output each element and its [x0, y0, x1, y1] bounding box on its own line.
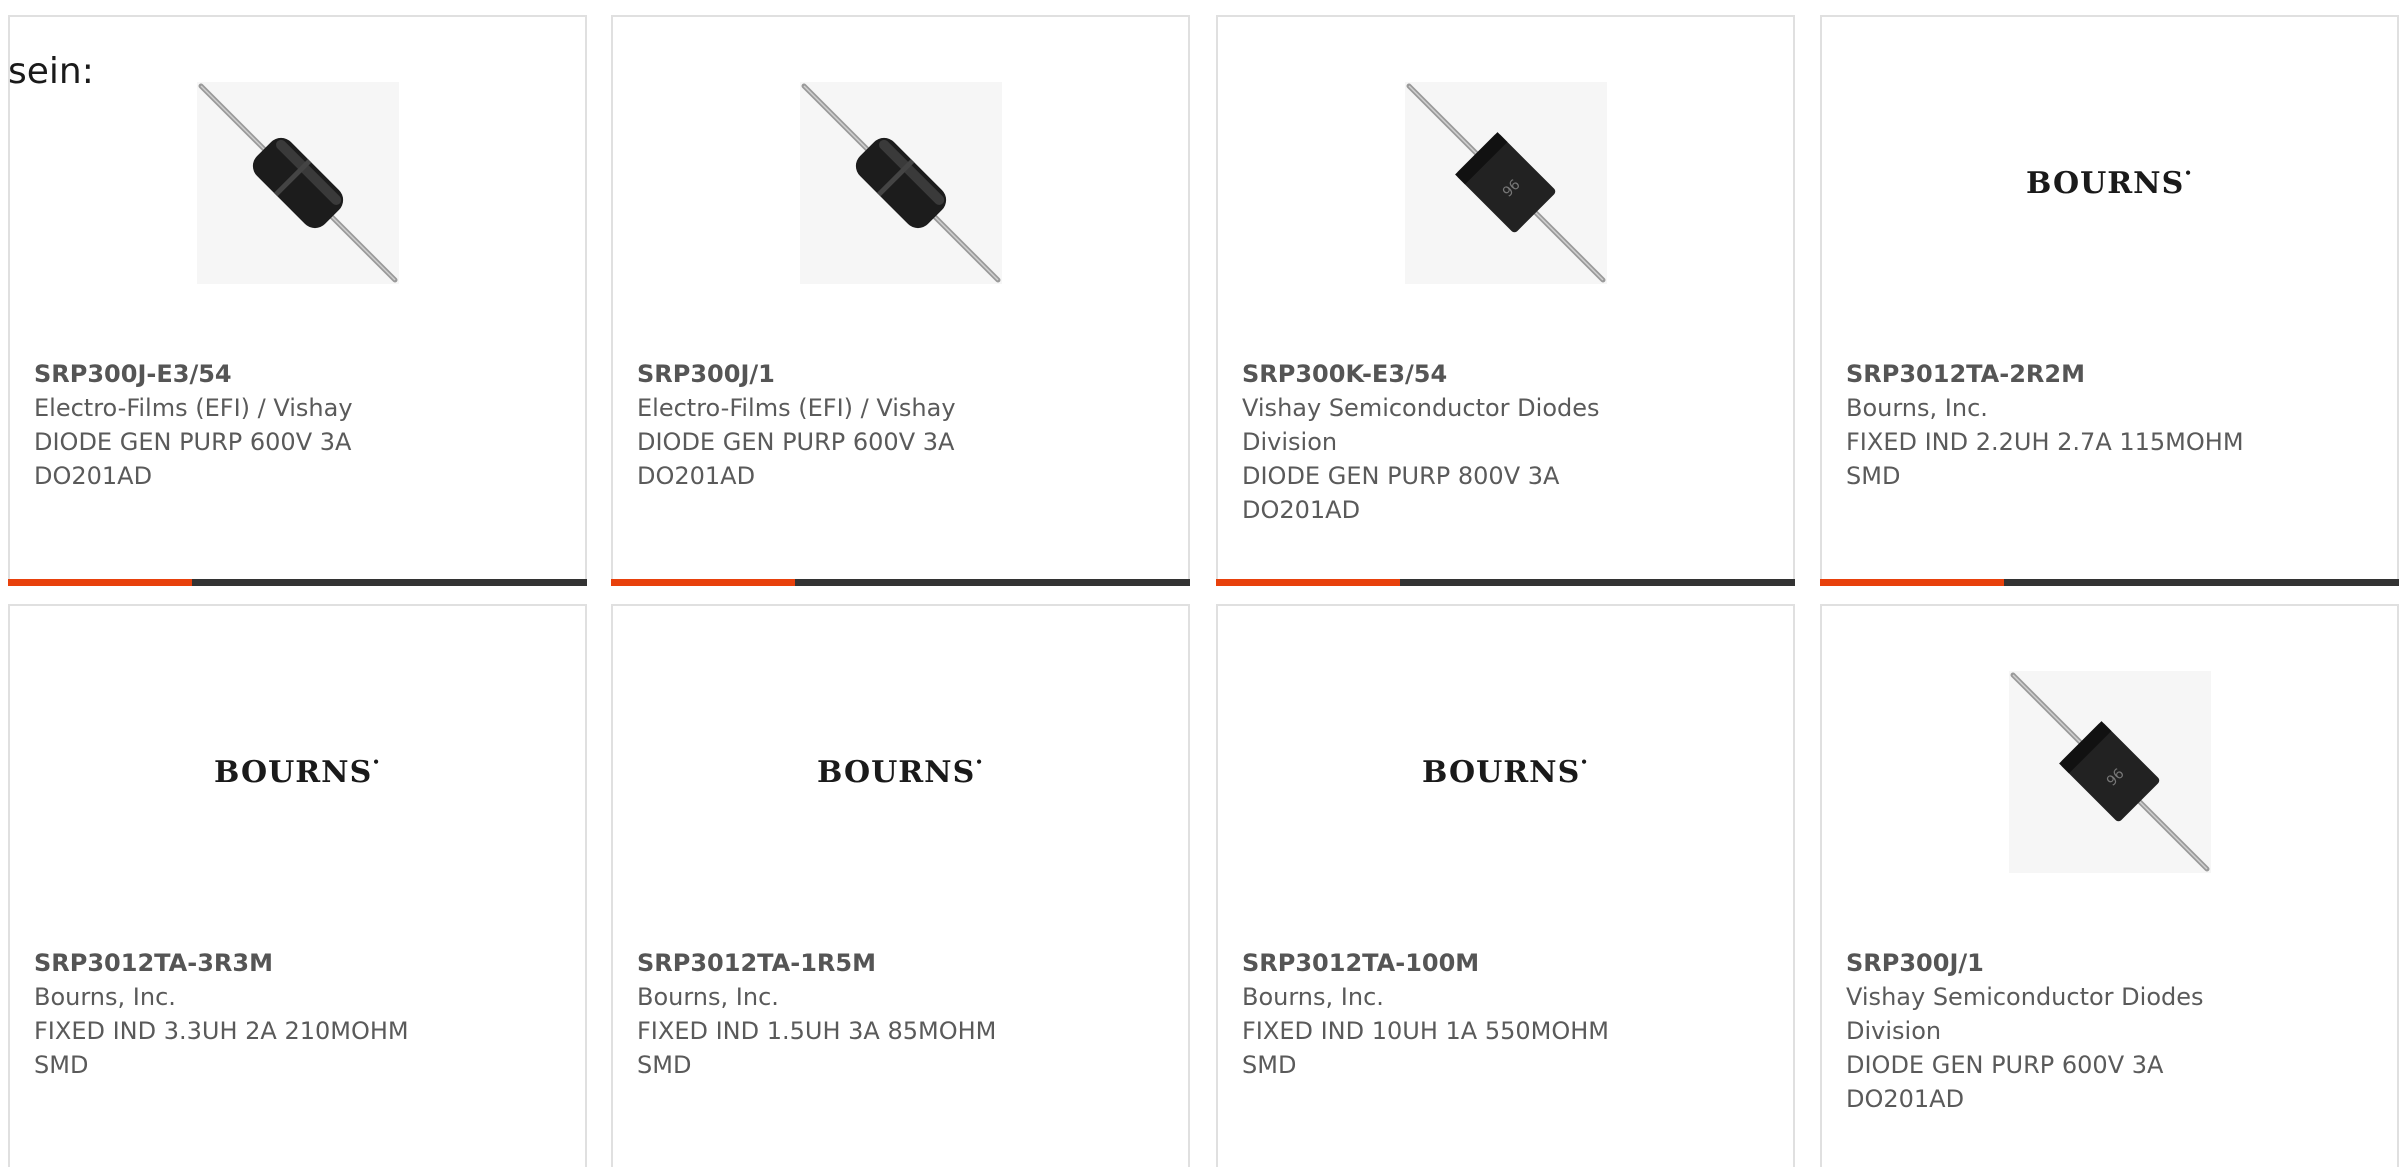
description: FIXED IND 2.2UH 2.7A 115MOHM — [1846, 428, 2244, 456]
diode-square-icon: 96 — [2010, 672, 2209, 872]
part-number[interactable]: SRP300J/1 — [1846, 946, 2373, 980]
logo-text: BOURNS — [1422, 754, 1581, 790]
part-number[interactable]: SRP300J-E3/54 — [34, 357, 561, 391]
package: DO201AD — [637, 462, 756, 490]
product-card[interactable]: BOURNS• SRP3012TA-100M Bourns, Inc. FIXE… — [1216, 604, 1795, 1167]
product-info: SRP300K-E3/54 Vishay Semiconductor Diode… — [1242, 357, 1769, 527]
product-image[interactable]: 96 — [1404, 82, 1607, 284]
bourns-logo: BOURNS• — [1422, 754, 1589, 790]
package: SMD — [637, 1051, 692, 1079]
diode-black-icon — [198, 83, 397, 283]
manufacturer: Division — [1846, 1017, 1942, 1045]
product-info: SRP300J/1 Electro-Films (EFI) / Vishay D… — [637, 357, 1164, 493]
product-image[interactable]: BOURNS• — [799, 671, 1002, 873]
card-footer-bar — [1820, 579, 2399, 586]
bourns-logo: BOURNS• — [214, 754, 381, 790]
logo-text: BOURNS — [817, 754, 976, 790]
product-image[interactable]: BOURNS• — [2008, 82, 2211, 284]
product-image[interactable]: BOURNS• — [1404, 671, 1607, 873]
product-grid: SRP300J-E3/54 Electro-Films (EFI) / Vish… — [0, 0, 2400, 1167]
product-card[interactable]: SRP300J/1 Electro-Films (EFI) / Vishay D… — [611, 15, 1190, 586]
product-card[interactable]: SRP300J-E3/54 Electro-Films (EFI) / Vish… — [8, 15, 587, 586]
product-info: SRP300J/1 Vishay Semiconductor Diodes Di… — [1846, 946, 2373, 1116]
part-number[interactable]: SRP300K-E3/54 — [1242, 357, 1769, 391]
card-footer-accent — [1216, 579, 1400, 586]
product-card[interactable]: 96 SRP300K-E3/54 Vishay Semiconductor Di… — [1216, 15, 1795, 586]
bourns-logo: BOURNS• — [2026, 165, 2193, 201]
product-info: SRP3012TA-1R5M Bourns, Inc. FIXED IND 1.… — [637, 946, 1164, 1082]
manufacturer: Electro-Films (EFI) / Vishay — [637, 394, 956, 422]
description: FIXED IND 1.5UH 3A 85MOHM — [637, 1017, 997, 1045]
package: SMD — [1242, 1051, 1297, 1079]
product-card[interactable]: BOURNS• SRP3012TA-2R2M Bourns, Inc. FIXE… — [1820, 15, 2399, 586]
intro-text: sein: — [8, 51, 94, 92]
product-card[interactable]: 96 SRP300J/1 Vishay Semiconductor Diodes… — [1820, 604, 2399, 1167]
package: SMD — [34, 1051, 89, 1079]
product-card[interactable]: BOURNS• SRP3012TA-1R5M Bourns, Inc. FIXE… — [611, 604, 1190, 1167]
package: DO201AD — [1846, 1085, 1965, 1113]
product-info: SRP3012TA-100M Bourns, Inc. FIXED IND 10… — [1242, 946, 1769, 1082]
part-number[interactable]: SRP3012TA-1R5M — [637, 946, 1164, 980]
card-footer-accent — [611, 579, 795, 586]
manufacturer: Bourns, Inc. — [1242, 983, 1384, 1011]
product-image[interactable]: 96 — [2008, 671, 2211, 873]
card-footer-bar — [8, 579, 587, 586]
part-number[interactable]: SRP3012TA-2R2M — [1846, 357, 2373, 391]
product-grid-page: sein: SRP300J-E3/54 Electro-Films (EFI) … — [0, 0, 2400, 1167]
card-footer-accent — [8, 579, 192, 586]
description: DIODE GEN PURP 600V 3A — [34, 428, 352, 456]
manufacturer: Bourns, Inc. — [637, 983, 779, 1011]
product-info: SRP3012TA-3R3M Bourns, Inc. FIXED IND 3.… — [34, 946, 561, 1082]
description: DIODE GEN PURP 800V 3A — [1242, 462, 1560, 490]
description: FIXED IND 3.3UH 2A 210MOHM — [34, 1017, 409, 1045]
manufacturer: Vishay Semiconductor Diodes — [1846, 983, 2204, 1011]
package: SMD — [1846, 462, 1901, 490]
card-footer-accent — [1820, 579, 2004, 586]
bourns-logo: BOURNS• — [817, 754, 984, 790]
manufacturer: Vishay Semiconductor Diodes — [1242, 394, 1600, 422]
product-image[interactable] — [196, 82, 399, 284]
logo-text: BOURNS — [214, 754, 373, 790]
part-number[interactable]: SRP3012TA-100M — [1242, 946, 1769, 980]
package: DO201AD — [34, 462, 153, 490]
description: DIODE GEN PURP 600V 3A — [637, 428, 955, 456]
manufacturer: Division — [1242, 428, 1338, 456]
description: FIXED IND 10UH 1A 550MOHM — [1242, 1017, 1609, 1045]
manufacturer: Electro-Films (EFI) / Vishay — [34, 394, 353, 422]
package: DO201AD — [1242, 496, 1361, 524]
description: DIODE GEN PURP 600V 3A — [1846, 1051, 2164, 1079]
part-number[interactable]: SRP3012TA-3R3M — [34, 946, 561, 980]
card-footer-bar — [1216, 579, 1795, 586]
diode-black-icon — [801, 83, 1000, 283]
logo-text: BOURNS — [2026, 165, 2185, 201]
part-number[interactable]: SRP300J/1 — [637, 357, 1164, 391]
product-card[interactable]: BOURNS• SRP3012TA-3R3M Bourns, Inc. FIXE… — [8, 604, 587, 1167]
product-image[interactable]: BOURNS• — [196, 671, 399, 873]
product-info: SRP3012TA-2R2M Bourns, Inc. FIXED IND 2.… — [1846, 357, 2373, 493]
diode-square-icon: 96 — [1406, 83, 1605, 283]
product-image[interactable] — [799, 82, 1002, 284]
manufacturer: Bourns, Inc. — [34, 983, 176, 1011]
manufacturer: Bourns, Inc. — [1846, 394, 1988, 422]
card-footer-bar — [611, 579, 1190, 586]
product-info: SRP300J-E3/54 Electro-Films (EFI) / Vish… — [34, 357, 561, 493]
